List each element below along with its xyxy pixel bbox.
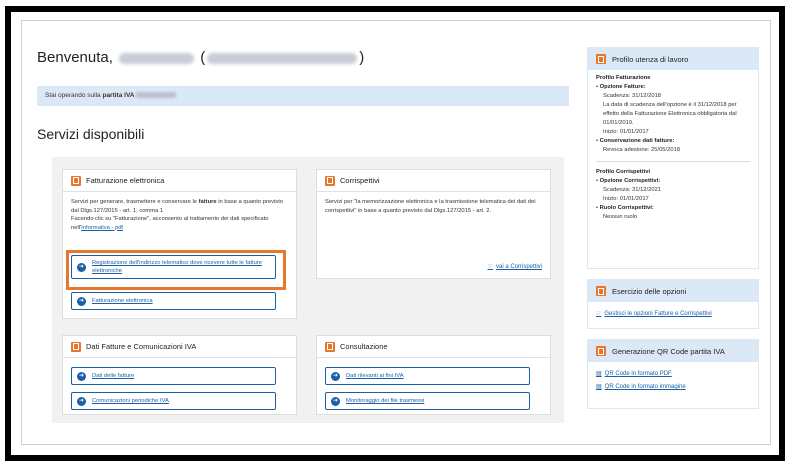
vat-prefix: Stai operando sulla [45, 92, 101, 99]
ruolo-label: Ruolo Corrispettivi: [599, 205, 654, 211]
profilo-body: Profilo Fatturazione • Opzione Fatture: … [588, 70, 758, 226]
redacted-vat-number [136, 92, 177, 99]
scadenza-corrispettivi: Scadenza: 31/12/2021 [603, 187, 662, 193]
conservazione-label: Conservazione dati fatture: [599, 138, 675, 144]
qr-body: ▤ QR Code in formato PDF ▤ QR Code in form… [588, 362, 758, 400]
profilo-fatturazione-title: Profilo Fatturazione [596, 75, 651, 81]
card-dati-fatture-header: Dati Fatture e Comunicazioni IVA [63, 336, 296, 358]
inizio-fatture: Inizio: 01/01/2017 [603, 129, 649, 135]
external-link-icon: ☞ [596, 311, 602, 317]
fatturazione-label: Fatturazione elettronica [92, 298, 153, 304]
card-corrispettivi-header: Corrispettivi [317, 170, 550, 192]
vai-corrispettivi-link[interactable]: ☞ vai a Corrispettivi [488, 263, 542, 270]
card-fatturazione-header: Fatturazione elettronica [63, 170, 296, 192]
welcome-paren-open: ( [200, 49, 206, 66]
registrazione-label: Registrazione dell'indirizzo telematico … [92, 260, 262, 274]
pdf-icon: ▤ [596, 371, 602, 377]
arrow-right-icon: ➜ [77, 396, 86, 406]
card-dati-fatture-title: Dati Fatture e Comunicazioni IVA [86, 342, 197, 351]
revoca-adesione: Revoca adesione: 25/05/2018 [603, 147, 681, 153]
opzione-corrispettivi-label: Opzione Corrispettivi: [599, 178, 661, 184]
services-panel: Fatturazione elettronica Servizi per gen… [52, 157, 564, 423]
gestisci-opzioni-link[interactable]: ☞ Gestisci le opzioni Fatture e Corrispet… [596, 310, 750, 319]
welcome-heading: Benvenuta, () [37, 49, 364, 66]
monitoraggio-file-button[interactable]: ➜ Monitoraggio dei file trasmessi [325, 392, 530, 410]
services-title: Servizi disponibili [37, 126, 145, 142]
main-content: Benvenuta, () Stai operando sulla partit… [32, 31, 577, 431]
welcome-paren-close: ) [359, 49, 365, 66]
vat-label: partita IVA [102, 92, 135, 99]
qr-image-link[interactable]: ▤ QR Code in formato immagine [596, 383, 750, 392]
esercizio-title: Esercizio delle opzioni [612, 286, 687, 296]
profilo-title: Profilo utenza di lavoro [612, 54, 689, 64]
card-consultazione-header: Consultazione [317, 336, 550, 358]
dati-fatture-label: Dati delle fatture [92, 373, 135, 379]
vat-info-bar: Stai operando sulla partita IVA [37, 86, 569, 106]
fatturazione-elettronica-button[interactable]: ➜ Fatturazione elettronica [71, 292, 276, 310]
inizio-corrispettivi: Inizio: 01/01/2017 [603, 196, 649, 202]
card-dati-fatture: Dati Fatture e Comunicazioni IVA ➜ Dati … [62, 335, 297, 415]
registrazione-indirizzo-button[interactable]: ➜ Registrazione dell'indirizzo telematic… [71, 255, 276, 279]
welcome-prefix: Benvenuta, [37, 49, 113, 66]
profilo-header: Profilo utenza di lavoro [588, 48, 758, 70]
dati-fatture-button[interactable]: ➜ Dati delle fatture [71, 367, 276, 385]
ruolo-value: Nessun ruolo [603, 214, 638, 220]
arrow-right-icon: ➜ [77, 262, 86, 272]
scadenza-fatture: Scadenza: 31/12/2018 [603, 93, 662, 99]
opzione-fatture-label: Opzione Fatture: [599, 84, 646, 90]
card-corrispettivi: Corrispettivi Servizi per "la memorizzaz… [316, 169, 551, 279]
esercizio-box: Esercizio delle opzioni ☞ Gestisci le opz… [587, 279, 759, 329]
qr-box: Generazione QR Code partita IVA ▤ QR Code… [587, 339, 759, 409]
arrow-right-icon: ➜ [331, 371, 340, 381]
desc-part1: Servizi per generare, trasmettere e cons… [71, 199, 199, 205]
redacted-name [119, 52, 195, 64]
qr-header: Generazione QR Code partita IVA [588, 340, 758, 362]
redacted-tax-code [207, 52, 358, 64]
card-consultazione-title: Consultazione [340, 342, 388, 351]
qr-pdf-link[interactable]: ▤ QR Code in formato PDF [596, 370, 750, 379]
dati-rilevanti-label: Dati rilevanti ai fini IVA [346, 373, 404, 379]
qr-pdf-label: QR Code in formato PDF [604, 371, 672, 377]
card-fatturazione-desc: Servizi per generare, trasmettere e cons… [63, 192, 296, 238]
document-icon [71, 175, 81, 186]
informativa-link[interactable]: Informativa - pdf [81, 225, 123, 231]
qr-code-icon [596, 346, 606, 356]
desc-bold: fatture [198, 199, 217, 205]
arrow-right-icon: ➜ [77, 371, 86, 381]
document-icon [71, 341, 81, 352]
card-consultazione: Consultazione ➜ Dati rilevanti ai fini I… [316, 335, 551, 415]
arrow-right-icon: ➜ [77, 296, 86, 306]
nota-scadenza: La data di scadenza dell'opzione è il 31… [603, 102, 737, 126]
arrow-right-icon: ➜ [331, 396, 340, 406]
dati-rilevanti-iva-button[interactable]: ➜ Dati rilevanti ai fini IVA [325, 367, 530, 385]
monitoraggio-label: Monitoraggio dei file trasmessi [346, 398, 425, 404]
esercizio-body: ☞ Gestisci le opzioni Fatture e Corrispet… [588, 302, 758, 327]
page-container: Benvenuta, () Stai operando sulla partit… [21, 20, 771, 445]
qr-title: Generazione QR Code partita IVA [612, 346, 725, 356]
profilo-box: Profilo utenza di lavoro Profilo Fattura… [587, 47, 759, 269]
card-fatturazione: Fatturazione elettronica Servizi per gen… [62, 169, 297, 319]
qr-image-label: QR Code in formato immagine [604, 384, 686, 390]
document-icon [325, 175, 335, 186]
comunicazioni-iva-label: Comunicazioni periodiche IVA [92, 398, 169, 404]
external-link-icon: ☞ [487, 264, 493, 270]
gear-icon [596, 286, 606, 296]
vai-corrispettivi-label: vai a Corrispettivi [495, 264, 542, 270]
screenshot-frame: Benvenuta, () Stai operando sulla partit… [5, 6, 785, 461]
card-corrispettivi-title: Corrispettivi [340, 176, 380, 185]
comunicazioni-iva-button[interactable]: ➜ Comunicazioni periodiche IVA [71, 392, 276, 410]
divider [596, 161, 750, 162]
gestisci-opzioni-label: Gestisci le opzioni Fatture e Corrispett… [604, 311, 712, 317]
card-fatturazione-title: Fatturazione elettronica [86, 176, 165, 185]
esercizio-header: Esercizio delle opzioni [588, 280, 758, 302]
image-icon: ▤ [596, 384, 602, 390]
card-corrispettivi-desc: Servizi per "la memorizzazione elettroni… [325, 199, 536, 214]
user-icon [596, 54, 606, 64]
profilo-corrispettivi-title: Profilo Corrispettivi [596, 169, 651, 175]
document-icon [325, 341, 335, 352]
